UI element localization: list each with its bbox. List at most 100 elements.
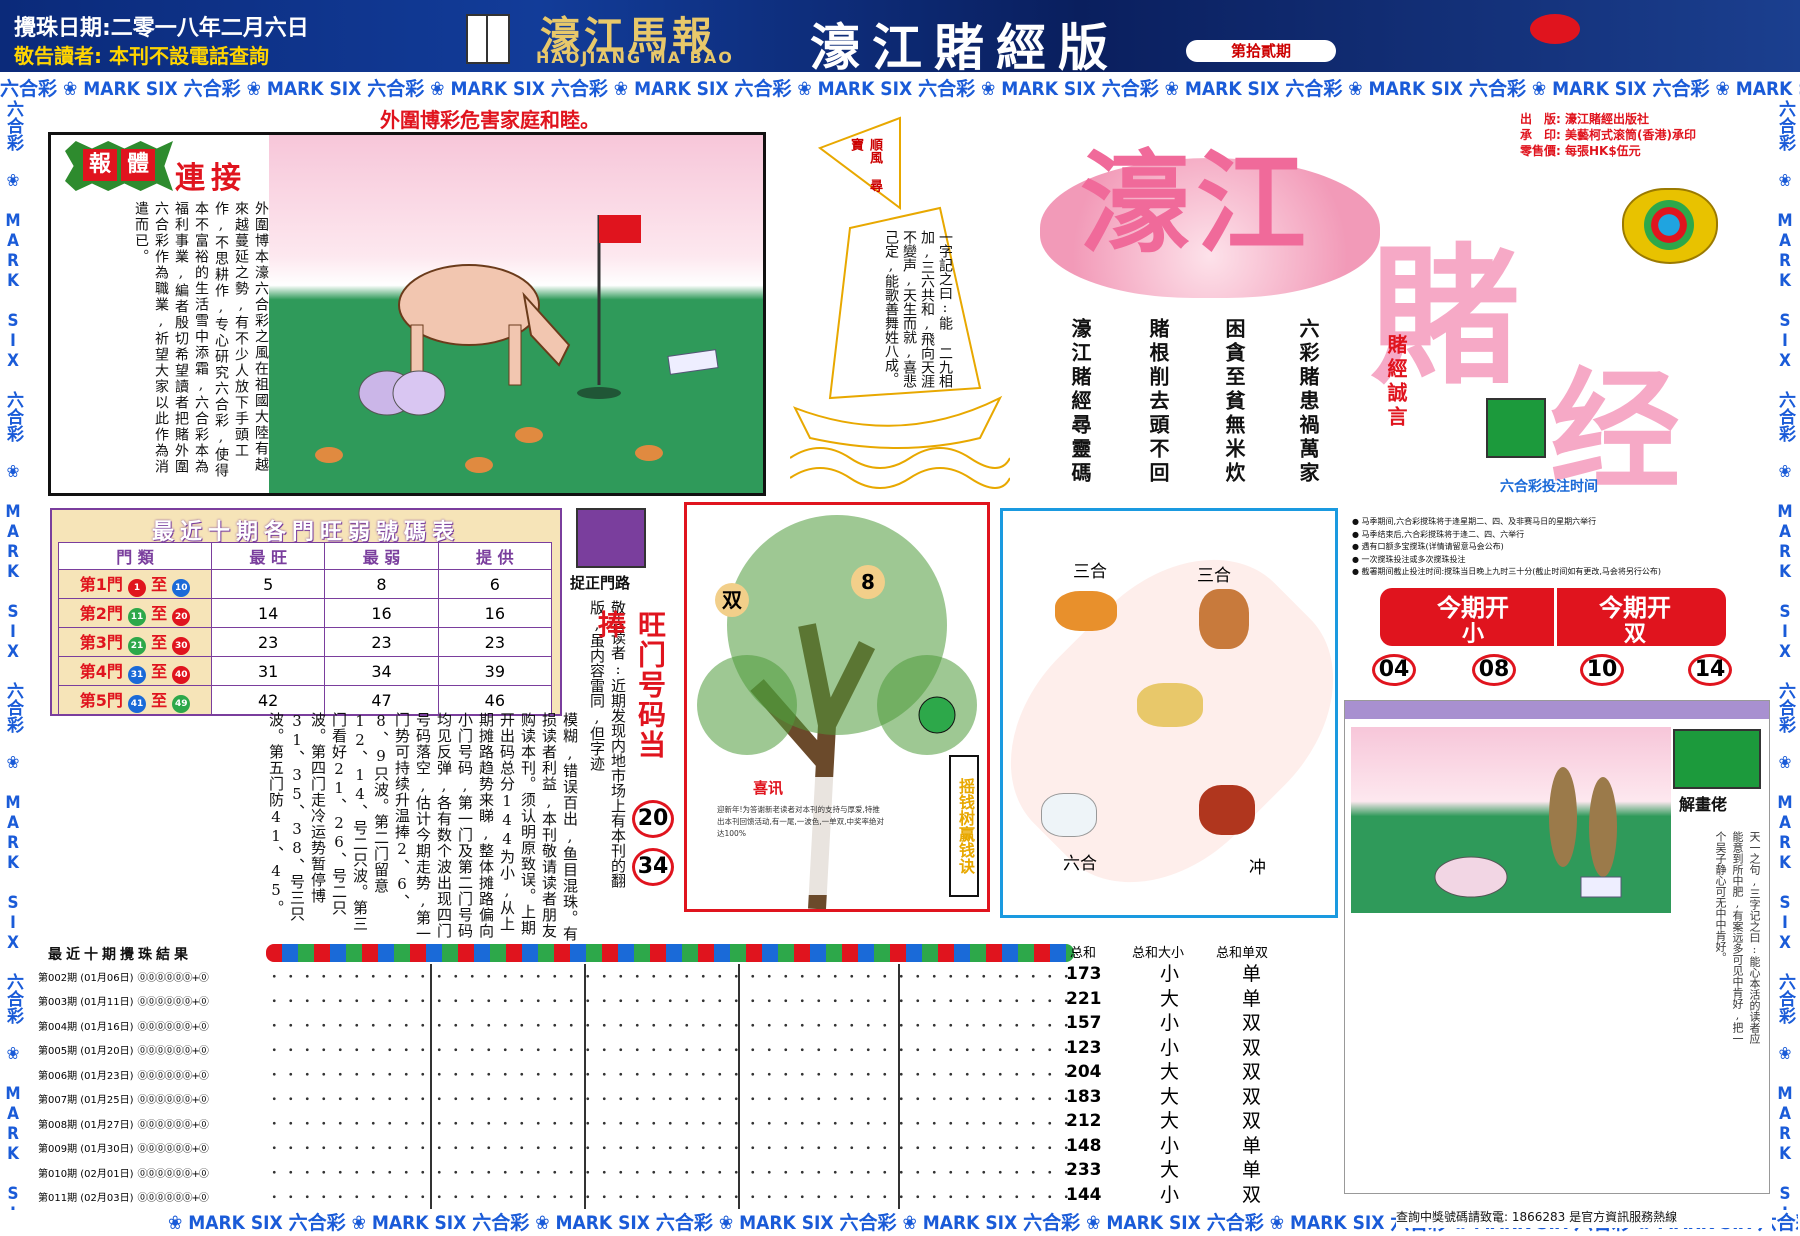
zodiac-label-bl: 六合	[1063, 854, 1097, 874]
right-strip: 六合彩 ❀ MARK SIX 六合彩 ❀ MARK SIX 六合彩 ❀ MARK…	[1774, 100, 1798, 1210]
totals-column: 173 221 157 123 204 183 212 148 233 144	[1066, 962, 1126, 1207]
boat-riddle: 一字記之曰:能 二九相加,三六共和,飛向天涯不變声,天生而就,喜悲己定,能歌善舞…	[883, 230, 953, 388]
hot-cell: 14	[210, 598, 326, 628]
grid-divider	[584, 964, 586, 1209]
result-row: 第005期 (01月20日) ⓪⓪⓪⓪⓪⓪+⓪	[38, 1038, 266, 1063]
hot-ball: 20	[632, 800, 674, 838]
period-value-2: 双	[1623, 622, 1646, 647]
gold-ingot-icon	[1622, 188, 1718, 264]
size-header: 总和大小	[1132, 946, 1185, 961]
cold-cell: 16	[324, 598, 439, 628]
gate-cell: 第2門 11 至 20	[58, 598, 212, 628]
motto-label: 賭經誠言	[1384, 334, 1408, 430]
zhi-label: 至	[151, 604, 168, 623]
result-row: 第009期 (01月30日) ⓪⓪⓪⓪⓪⓪+⓪	[38, 1136, 266, 1161]
gate-label: 捉正門路	[570, 574, 631, 592]
parity-value: 单	[1242, 1159, 1262, 1181]
parity-value: 双	[1242, 1110, 1262, 1132]
hot-ball: 34	[632, 848, 674, 886]
rule-item: ● 一次搅珠投注或多次搅珠投注	[1352, 554, 1466, 564]
cold-cell: 47	[324, 685, 439, 715]
badge-text-2: 體	[121, 149, 155, 181]
result-row: 第004期 (01月16日) ⓪⓪⓪⓪⓪⓪+⓪	[38, 1013, 266, 1038]
parity-value: 单	[1242, 963, 1262, 985]
total-value: 233	[1066, 1160, 1102, 1180]
results-labels: 第002期 (01月06日) ⓪⓪⓪⓪⓪⓪+⓪ 第003期 (01月11日) ⓪⓪⓪…	[38, 964, 266, 1209]
ranking-row: 第2門 11 至 20 14 16 16	[58, 598, 553, 628]
bottom-strip-left	[0, 1208, 168, 1234]
xixun-box: 喜讯 迎新年!为答谢新老读者对本刊的支持与厚爱,特推出本刊回馈活动,有一尾,一波…	[717, 777, 887, 895]
header-cell: 提 供	[437, 542, 553, 570]
puzzle-drawing	[1434, 767, 1622, 898]
hot-cell: 5	[210, 569, 326, 599]
results-panel: 最近十期攪珠結果 第002期 (01月06日) ⓪⓪⓪⓪⓪⓪+⓪ 第003期 (0…	[38, 944, 1078, 1209]
size-value: 大	[1160, 1085, 1180, 1108]
total-value: 183	[1066, 1086, 1102, 1107]
period-label: 第008期 (01月27日)	[38, 1119, 134, 1131]
tree-tag-2: 8	[851, 565, 885, 599]
result-row: 第006期 (01月23日) ⓪⓪⓪⓪⓪⓪+⓪	[38, 1062, 266, 1087]
poem-line-2: 困貪至貧無米炊	[1222, 318, 1246, 486]
parity-value: 双	[1242, 1012, 1262, 1034]
gate-label: 第4門	[79, 662, 123, 681]
total-value: 212	[1066, 1111, 1102, 1131]
gate-label: 第3門	[79, 633, 123, 652]
parity-value: 双	[1242, 1183, 1262, 1206]
grid-divider	[898, 964, 900, 1209]
hot-cell: 23	[210, 627, 326, 657]
total-value: 204	[1066, 1062, 1102, 1082]
tree-side-label: 摇钱树赢钱诀	[949, 755, 979, 897]
cold-cell: 8	[324, 569, 439, 599]
puzzle-illustration	[1351, 727, 1671, 913]
result-row: 第007期 (01月25日) ⓪⓪⓪⓪⓪⓪+⓪	[38, 1087, 266, 1112]
result-row: 第010期 (02月01日) ⓪⓪⓪⓪⓪⓪+⓪	[38, 1160, 266, 1185]
zhi-label: 至	[151, 662, 168, 681]
hot-cell: 42	[210, 685, 326, 715]
horse-icon	[1199, 589, 1249, 649]
grid-divider	[738, 964, 740, 1209]
total-value: 221	[1066, 988, 1102, 1009]
horse-drawing	[315, 215, 719, 473]
grid-divider	[430, 964, 432, 1209]
price: 零售價: 每張HK$伍元	[1520, 144, 1641, 158]
header-cell: 門 類	[58, 542, 212, 570]
publisher: 出 版: 濠江賭經出版社	[1520, 112, 1649, 126]
result-row: 第002期 (01月06日) ⓪⓪⓪⓪⓪⓪+⓪	[38, 964, 266, 989]
ball-from: 21	[128, 637, 147, 655]
size-value: 小	[1160, 963, 1180, 985]
issue-number: 第拾貳期	[1186, 40, 1336, 62]
size-value: 大	[1160, 987, 1180, 1010]
book-icon	[466, 14, 510, 64]
poem-line-1: 六彩賭患禍萬家	[1296, 318, 1320, 486]
ranking-header-row: 門 類 最 旺 最 弱 提 供	[58, 542, 553, 570]
parity-column: 单 单 双 双 双 双 双 单 单 双	[1242, 962, 1266, 1207]
dot-grid	[266, 964, 1074, 1209]
period-label: 第002期 (01月06日)	[38, 972, 134, 984]
dog-icon	[1137, 683, 1203, 727]
tip-cell: 23	[437, 627, 553, 657]
rabbit-icon	[1041, 793, 1097, 837]
money-tree-panel: 双 8 喜讯 迎新年!为答谢新老读者对本刊的支持与厚爱,特推出本刊回馈活动,有一…	[684, 502, 990, 912]
decoration-icon	[1530, 14, 1580, 44]
period-label: 第007期 (01月25日)	[38, 1095, 134, 1107]
rules-list: ● 马季期间,六合彩搅珠将于逢星期二、四、及非赛马日的星期六举行 ● 马季结束后…	[1352, 516, 1764, 579]
ranking-row: 第1門 1 至 10 5 8 6	[58, 569, 553, 599]
zhi-label: 至	[151, 691, 168, 710]
gate-cell: 第5門 41 至 49	[58, 685, 212, 715]
gate-cell: 第4門 31 至 40	[58, 656, 212, 686]
divider	[1554, 588, 1557, 646]
size-column: 小 大 小 小 大 大 大 小 大 小	[1160, 962, 1184, 1207]
period-ball: 08	[1472, 654, 1516, 686]
zodiac-panel: 三合 三合 六合 冲	[963, 508, 1381, 930]
total-value: 148	[1066, 1135, 1102, 1156]
rule-item: ● 截署期间截止投注时间:搅珠当日晚上九时三十分(截止时间如有更改,马会将另行公…	[1352, 567, 1662, 576]
ball-to: 49	[172, 695, 191, 713]
printer: 承 印: 美藝柯式滚筒(香港)承印	[1520, 128, 1696, 142]
hot-gate-title: 旺门号码当捧	[594, 610, 667, 760]
parity-value: 单	[1242, 1134, 1262, 1157]
ball-to: 20	[172, 608, 191, 626]
totals-header: 总和	[1070, 946, 1097, 961]
ranking-panel: 最近十期各門旺弱號碼表 門 類 最 旺 最 弱 提 供 第1門 1 至 10 5…	[50, 508, 562, 716]
puzzle-text: 天一之句,三字记之曰:能心本活的读者应能意到所中肥,有案远多可见中肯好,把一个吴…	[1714, 831, 1761, 1044]
gate-label: 第5門	[79, 691, 123, 710]
